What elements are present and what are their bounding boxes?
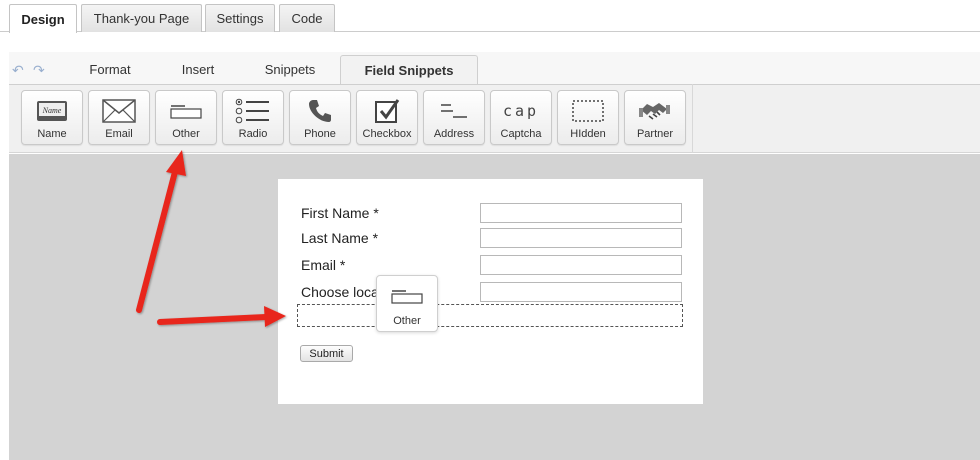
- snippet-name-button[interactable]: Name Name: [21, 90, 83, 145]
- snippet-hidden-button[interactable]: HIdden: [557, 90, 619, 145]
- snippet-label: Radio: [238, 128, 268, 140]
- hidden-field-icon: [558, 97, 618, 125]
- phone-icon: [290, 97, 350, 125]
- handshake-icon: [625, 97, 685, 125]
- choose-location-label: Choose loca: [301, 284, 379, 300]
- tab-format[interactable]: Format: [76, 55, 144, 84]
- email-label: Email *: [301, 257, 346, 273]
- snippet-label: Checkbox: [362, 128, 412, 140]
- snippet-label: Captcha: [500, 128, 542, 140]
- snippet-radio-button[interactable]: Radio: [222, 90, 284, 145]
- top-tab-bar: Design Thank-you Page Settings Code: [0, 0, 980, 33]
- text-field-icon: [156, 97, 216, 125]
- tab-snippets[interactable]: Snippets: [252, 55, 328, 84]
- dragged-other-snippet[interactable]: Other: [376, 275, 438, 332]
- undo-icon[interactable]: ↶: [12, 62, 24, 79]
- drag-ghost-label: Other: [393, 315, 421, 327]
- snippet-partner-button[interactable]: Partner: [624, 90, 686, 145]
- checkbox-icon: [357, 97, 417, 125]
- snippet-label: Name: [37, 128, 67, 140]
- captcha-icon: cap: [491, 97, 551, 125]
- tab-thank-you-page[interactable]: Thank-you Page: [81, 4, 202, 32]
- tab-settings[interactable]: Settings: [205, 4, 275, 32]
- radio-list-icon: [223, 97, 283, 125]
- text-field-icon: [377, 288, 437, 306]
- last-name-input[interactable]: [480, 228, 682, 248]
- snippet-phone-button[interactable]: Phone: [289, 90, 351, 145]
- snippet-label: Phone: [304, 128, 336, 140]
- tab-insert[interactable]: Insert: [164, 55, 232, 84]
- choose-location-select[interactable]: [480, 282, 682, 302]
- last-name-label: Last Name *: [301, 230, 379, 246]
- svg-text:cap: cap: [503, 102, 539, 120]
- first-name-label: First Name *: [301, 205, 379, 221]
- tab-field-snippets[interactable]: Field Snippets: [340, 55, 478, 84]
- first-name-input[interactable]: [480, 203, 682, 223]
- tab-design[interactable]: Design: [9, 4, 77, 33]
- snippet-label: Other: [172, 128, 200, 140]
- snippet-email-button[interactable]: Email: [88, 90, 150, 145]
- submit-button[interactable]: Submit: [300, 345, 353, 362]
- snippet-label: Email: [105, 128, 133, 140]
- envelope-icon: [89, 97, 149, 125]
- editor-toolbar: [9, 52, 980, 84]
- snippet-other-button[interactable]: Other: [155, 90, 217, 145]
- snippet-label: HIdden: [570, 128, 606, 140]
- redo-icon[interactable]: ↷: [33, 62, 45, 79]
- snippet-address-button[interactable]: Address: [423, 90, 485, 145]
- svg-text:Name: Name: [42, 106, 62, 115]
- snippet-captcha-button[interactable]: cap Captcha: [490, 90, 552, 145]
- name-card-icon: Name: [22, 97, 82, 125]
- email-input[interactable]: [480, 255, 682, 275]
- tab-code[interactable]: Code: [279, 4, 335, 32]
- snippet-label: Partner: [636, 128, 674, 140]
- snippet-checkbox-button[interactable]: Checkbox: [356, 90, 418, 145]
- address-lines-icon: [424, 97, 484, 125]
- drop-placeholder[interactable]: [297, 304, 683, 327]
- snippet-label: Address: [433, 128, 475, 140]
